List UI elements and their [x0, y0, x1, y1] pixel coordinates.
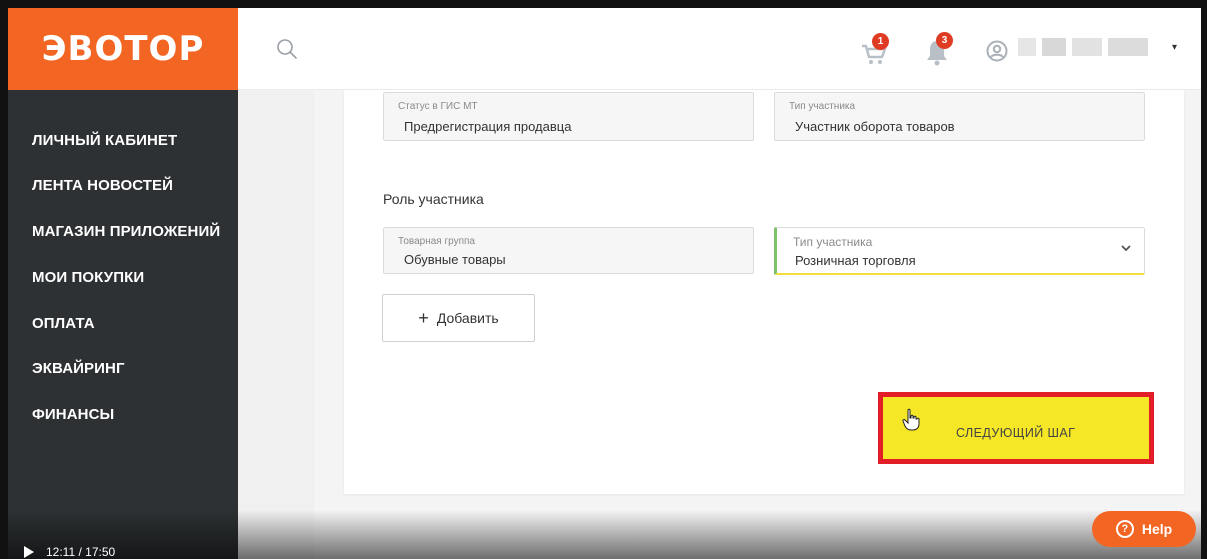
help-icon: ? [1115, 520, 1134, 538]
role-type-select[interactable]: Тип участника Розничная торговля [774, 227, 1145, 275]
sidebar-item-finance[interactable]: ФИНАНСЫ [32, 406, 114, 423]
role-section-title: Роль участника [383, 191, 484, 207]
add-role-button[interactable]: + Добавить [382, 294, 535, 342]
redacted-block [1042, 38, 1066, 56]
role-type-label: Тип участника [793, 235, 873, 249]
product-group-field: Товарная группа Обувные товары [383, 227, 754, 274]
participant-type-field: Тип участника Участник оборота товаров [774, 92, 1145, 141]
sidebar: ЛИЧНЫЙ КАБИНЕТ ЛЕНТА НОВОСТЕЙ МАГАЗИН ПР… [8, 90, 238, 559]
notifications-button[interactable]: 3 [924, 32, 953, 66]
chevron-down-icon [1121, 245, 1131, 252]
add-role-label: Добавить [436, 310, 499, 326]
sidebar-item-news[interactable]: ЛЕНТА НОВОСТЕЙ [32, 177, 173, 194]
play-icon[interactable] [24, 546, 34, 558]
user-menu-caret-icon[interactable]: ▾ [1172, 42, 1177, 53]
plus-icon: + [418, 307, 429, 328]
cart-count-badge: 1 [872, 33, 889, 50]
redacted-block [1072, 38, 1102, 56]
product-group-value: Обувные товары [404, 252, 506, 267]
gis-status-label: Статус в ГИС МТ [398, 101, 478, 112]
screenshot-frame: ЭВОТОР ЛИЧНЫЙ КАБИНЕТ ЛЕНТА НОВОСТЕЙ МАГ… [0, 0, 1207, 559]
frame-border-right [1201, 0, 1207, 559]
logo-text: ЭВОТОР [41, 29, 205, 69]
help-button[interactable]: ? Help [1092, 511, 1196, 547]
video-timestamp: 12:11 / 17:50 [46, 545, 116, 559]
logo[interactable]: ЭВОТОР [8, 8, 238, 90]
sidebar-item-app-store[interactable]: МАГАЗИН ПРИЛОЖЕНИЙ [32, 223, 220, 240]
content-gutter [238, 90, 314, 559]
hand-pointer-icon [902, 408, 920, 431]
frame-border-left [0, 0, 8, 559]
video-controls-overlay [0, 510, 1207, 559]
participant-type-value: Участник оборота товаров [795, 119, 955, 134]
role-type-value: Розничная торговля [795, 253, 916, 268]
product-group-label: Товарная группа [398, 236, 475, 247]
cart-button[interactable]: 1 [860, 33, 889, 66]
gis-status-field: Статус в ГИС МТ Предрегистрация продавца [383, 92, 754, 141]
sidebar-item-purchases[interactable]: МОИ ПОКУПКИ [32, 269, 144, 286]
frame-border-top [0, 0, 1207, 8]
user-avatar-icon[interactable] [986, 40, 1008, 62]
search-icon[interactable] [276, 38, 298, 60]
sidebar-item-acquiring[interactable]: ЭКВАЙРИНГ [32, 360, 125, 377]
top-header: 1 3 ▾ [238, 8, 1201, 90]
participant-type-label: Тип участника [789, 101, 856, 112]
gis-status-value: Предрегистрация продавца [404, 119, 572, 134]
redacted-block [1018, 38, 1036, 56]
user-name-redacted[interactable] [1018, 38, 1148, 56]
next-step-button[interactable]: СЛЕДУЮЩИЙ ШАГ [956, 426, 1075, 440]
sidebar-item-payment[interactable]: ОПЛАТА [32, 315, 95, 332]
help-label: Help [1141, 521, 1173, 537]
redacted-block [1108, 38, 1148, 56]
notifications-count-badge: 3 [936, 32, 953, 49]
sidebar-item-cabinet[interactable]: ЛИЧНЫЙ КАБИНЕТ [32, 132, 177, 149]
